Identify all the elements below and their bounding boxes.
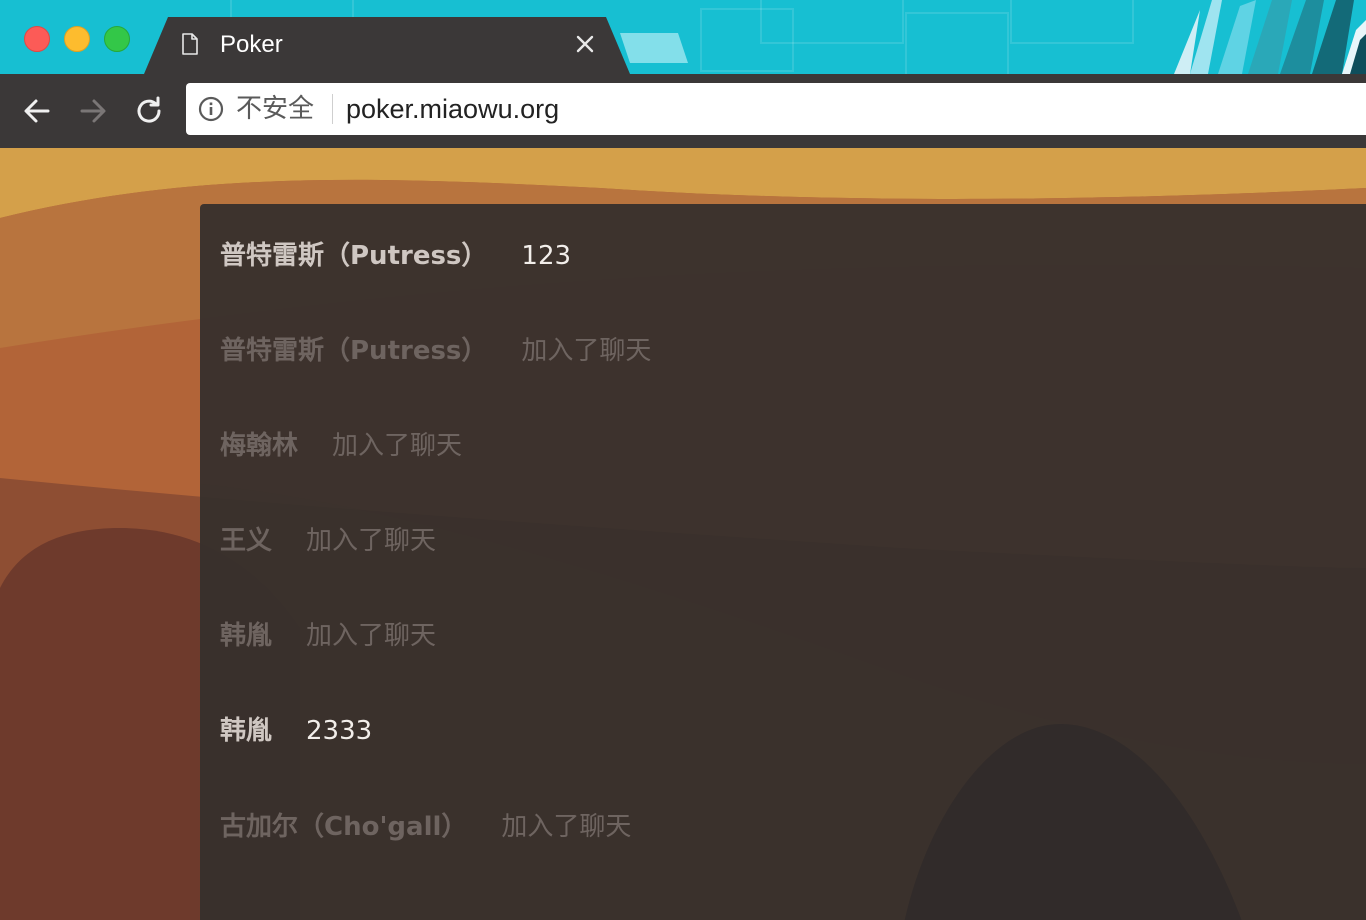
tab-strip: Poker: [0, 0, 1366, 74]
chat-panel: 普特雷斯（Putress） 123 普特雷斯（Putress） 加入了聊天 梅翰林加…: [200, 204, 1366, 920]
system-message: 普特雷斯（Putress） 加入了聊天: [220, 331, 651, 371]
info-icon[interactable]: [198, 96, 224, 122]
message-text: 2333: [306, 716, 373, 746]
document-icon: [182, 33, 198, 55]
message-text: 加入了聊天: [306, 621, 437, 651]
system-message: 古加尔（Cho'gall） 加入了聊天: [220, 807, 631, 847]
system-message: 韩胤 加入了聊天: [220, 616, 436, 656]
reload-icon[interactable]: [132, 94, 166, 128]
close-window-button[interactable]: [24, 26, 50, 52]
security-label[interactable]: 不安全: [236, 92, 314, 126]
system-message: 王义 加入了聊天: [220, 521, 436, 561]
message-text: 加入了聊天: [521, 336, 652, 366]
browser-window: Poker 不安全 poker.miaowu.org 普特雷斯（Putress）…: [0, 0, 1366, 920]
message-author: 普特雷斯（Putress）: [220, 336, 488, 366]
arrow-right-icon[interactable]: [76, 94, 110, 128]
page-viewport: 普特雷斯（Putress） 123 普特雷斯（Putress） 加入了聊天 梅翰林加…: [0, 148, 1366, 920]
message-author: 王义: [220, 526, 273, 556]
message-text: 123: [521, 241, 572, 271]
chat-message: 韩胤 2333: [220, 711, 372, 751]
divider: [332, 94, 333, 124]
message-author: 普特雷斯（Putress）: [220, 241, 488, 271]
message-text: 加入了聊天: [332, 431, 463, 461]
message-text: 加入了聊天: [306, 526, 437, 556]
theme-artwork: [1174, 0, 1366, 74]
zoom-window-button[interactable]: [104, 26, 130, 52]
message-author: 韩胤: [220, 621, 273, 651]
address-bar[interactable]: 不安全 poker.miaowu.org: [186, 83, 1366, 135]
tab-title: Poker: [220, 31, 283, 58]
minimize-window-button[interactable]: [64, 26, 90, 52]
message-author: 梅翰林: [220, 431, 299, 461]
system-message: 梅翰林 加入了聊天: [220, 426, 462, 466]
browser-toolbar: 不安全 poker.miaowu.org: [0, 74, 1366, 148]
message-author: 韩胤: [220, 716, 273, 746]
close-icon[interactable]: [574, 33, 596, 55]
new-tab-button[interactable]: [620, 33, 688, 63]
url-text[interactable]: poker.miaowu.org: [346, 92, 559, 126]
chat-message: 普特雷斯（Putress） 123: [220, 236, 571, 276]
message-text: 加入了聊天: [501, 812, 632, 842]
tab-poker[interactable]: [144, 17, 630, 74]
arrow-left-icon[interactable]: [20, 94, 54, 128]
message-author: 古加尔（Cho'gall）: [220, 812, 468, 842]
